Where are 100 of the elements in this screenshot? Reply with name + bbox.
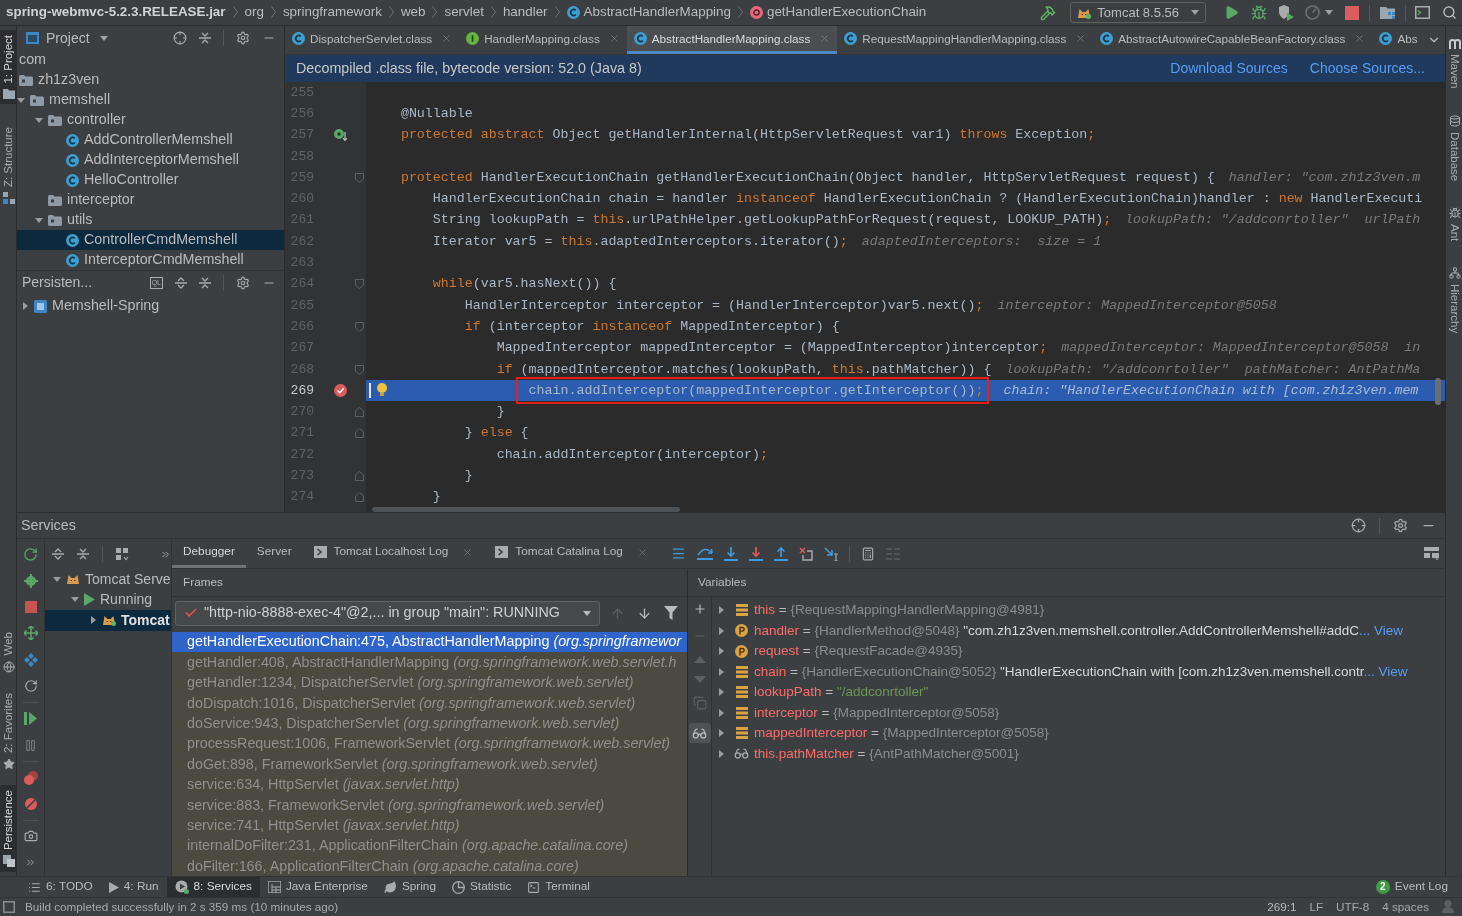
tool-window-tab[interactable]: Terminal [519,877,598,897]
grid-icon[interactable] [116,547,129,561]
close-icon[interactable] [608,33,620,44]
disclosure-triangle-icon[interactable] [53,576,61,582]
play-icon[interactable] [1224,5,1239,20]
breadcrumb[interactable]: web [400,2,426,23]
tree-item[interactable]: memshell [17,90,284,110]
variable-row[interactable]: lookupPath = "/addconrtoller" [712,682,1445,703]
close-icon[interactable] [636,546,648,558]
tool-window-button[interactable]: Persistence [0,784,17,872]
tool-window-tab[interactable]: 8: Services [166,877,260,897]
disclosure-triangle-icon[interactable] [718,708,724,717]
disclosure-triangle-icon[interactable] [90,616,96,625]
step-out-icon[interactable] [773,546,788,561]
gauge-icon[interactable] [1305,5,1320,20]
disclosure-triangle-icon[interactable] [22,302,28,310]
caret-position[interactable]: 269:1 [1267,898,1297,916]
mute-breakpoints-icon[interactable] [23,796,38,811]
tool-window-button[interactable]: Ant [1446,201,1462,247]
search-icon[interactable] [1442,5,1457,20]
file-encoding[interactable]: UTF-8 [1336,898,1370,916]
tree-item[interactable]: com [17,50,284,70]
fold-marker-icon[interactable] [355,321,364,332]
drop-frame-icon[interactable] [798,546,813,561]
tree-item[interactable]: Tomcat [45,610,171,631]
line-separator[interactable]: LF [1309,898,1324,916]
collapse-all-icon[interactable] [199,276,211,289]
editor-tab[interactable]: Abs [1372,26,1425,54]
collapse-all-icon[interactable] [77,548,89,560]
view-link[interactable]: ... View [1359,622,1404,638]
debugger-tab[interactable]: Server [245,539,303,568]
tool-window-button[interactable]: Maven [1446,34,1462,94]
cross-arrows-icon[interactable] [23,626,38,641]
stack-frame[interactable]: getHandlerExecutionChain:475, AbstractHandlerMapping (org.springframewor [172,632,687,653]
variable-row[interactable]: mappedInterceptor = {MappedInterceptor@5058} [712,723,1445,744]
breadcrumb[interactable]: springframework [282,2,382,23]
disclosure-triangle-icon[interactable] [35,217,43,223]
debugger-tab[interactable]: Debugger [172,539,246,568]
pause-icon[interactable] [24,738,37,752]
expand-all-icon[interactable] [175,276,187,289]
settings-icon[interactable] [236,275,250,290]
tool-window-tab[interactable]: Spring [375,877,444,897]
scrollbar-thumb[interactable] [372,507,680,512]
disclosure-triangle-icon[interactable] [17,97,25,103]
editor-tab[interactable]: HandlerMapping.class [459,26,627,54]
settings-icon[interactable] [236,31,250,45]
fold-marker-icon[interactable] [355,364,364,375]
tool-window-button[interactable]: 2: Favorites [0,687,17,775]
debugger-tab[interactable]: Tomcat Localhost Log [302,539,485,568]
view-selector-dropdown[interactable]: Project [26,27,108,49]
tool-window-tab[interactable]: Java Enterprise [259,877,376,897]
disclosure-triangle-icon[interactable] [718,626,724,635]
arrow-down-icon[interactable] [637,605,652,621]
fold-marker-icon[interactable] [355,471,364,481]
square-icon[interactable] [3,901,15,913]
variable-row[interactable]: request = {RequestFacade@4935} [712,641,1445,662]
funnel-icon[interactable] [664,606,678,620]
variable-row[interactable]: this.pathMatcher = {AntPathMatcher@5001} [712,743,1445,764]
shield-play-icon[interactable] [1278,4,1294,21]
close-icon[interactable] [462,546,474,558]
variable-row[interactable]: handler = {HandlerMethod@5048} "com.zh1z3ven.memshell.controller.AddControllerMemshell#addC... View [712,620,1445,641]
breadcrumb[interactable]: getHandlerExecutionChain [766,2,927,23]
toggle-button[interactable] [688,723,711,743]
star-icon[interactable] [2,757,15,770]
hammer-icon[interactable] [1040,4,1057,21]
camera-icon[interactable] [23,829,38,844]
stop-icon[interactable] [24,601,37,614]
link[interactable]: Choose Sources... [1309,58,1425,79]
disclosure-triangle-icon[interactable] [71,597,79,603]
target-icon[interactable] [23,573,38,588]
debugger-tab[interactable]: Tomcat Catalina Log [484,539,659,568]
resume-icon[interactable] [24,712,37,726]
tree-item[interactable]: Memshell-Spring [17,296,284,316]
plus-icon[interactable] [692,602,707,616]
tool-window-tab[interactable]: 4: Run [100,877,167,897]
tree-item[interactable]: InterceptorCmdMemshell [17,250,284,270]
crosshair-icon[interactable] [173,31,187,45]
close-icon[interactable] [1075,33,1087,44]
step-into-icon[interactable] [723,546,738,561]
breadcrumb[interactable]: AbstractHandlerMapping [583,2,731,23]
globe-icon[interactable] [2,660,15,673]
expand-all-icon[interactable] [52,548,64,560]
breakpoints-icon[interactable] [23,770,38,785]
disclosure-triangle-icon[interactable] [718,606,724,615]
layout-icon[interactable] [1424,547,1439,560]
terminal-window-icon[interactable] [1415,6,1430,19]
breakpoint-icon[interactable] [334,384,347,398]
tree-item[interactable]: AddInterceptorMemshell [17,150,284,170]
tree-item[interactable]: interceptor [17,190,284,210]
step-over-icon[interactable] [696,546,713,561]
crosshair-icon[interactable] [1351,518,1366,533]
editor-tab[interactable]: RequestMappingHandlerMapping.class [837,26,1094,54]
refresh-icon[interactable] [23,679,38,694]
indent-setting[interactable]: 4 spaces [1382,898,1429,916]
fold-marker-icon[interactable] [355,172,364,183]
breadcrumb[interactable]: spring-webmvc-5.2.3.RELEASE.jar [6,2,226,23]
link[interactable]: Download Sources [1170,58,1288,79]
fold-marker-icon[interactable] [355,279,364,290]
bug-icon[interactable] [1251,4,1267,21]
tool-window-tab[interactable]: 6: TODO [20,877,101,897]
